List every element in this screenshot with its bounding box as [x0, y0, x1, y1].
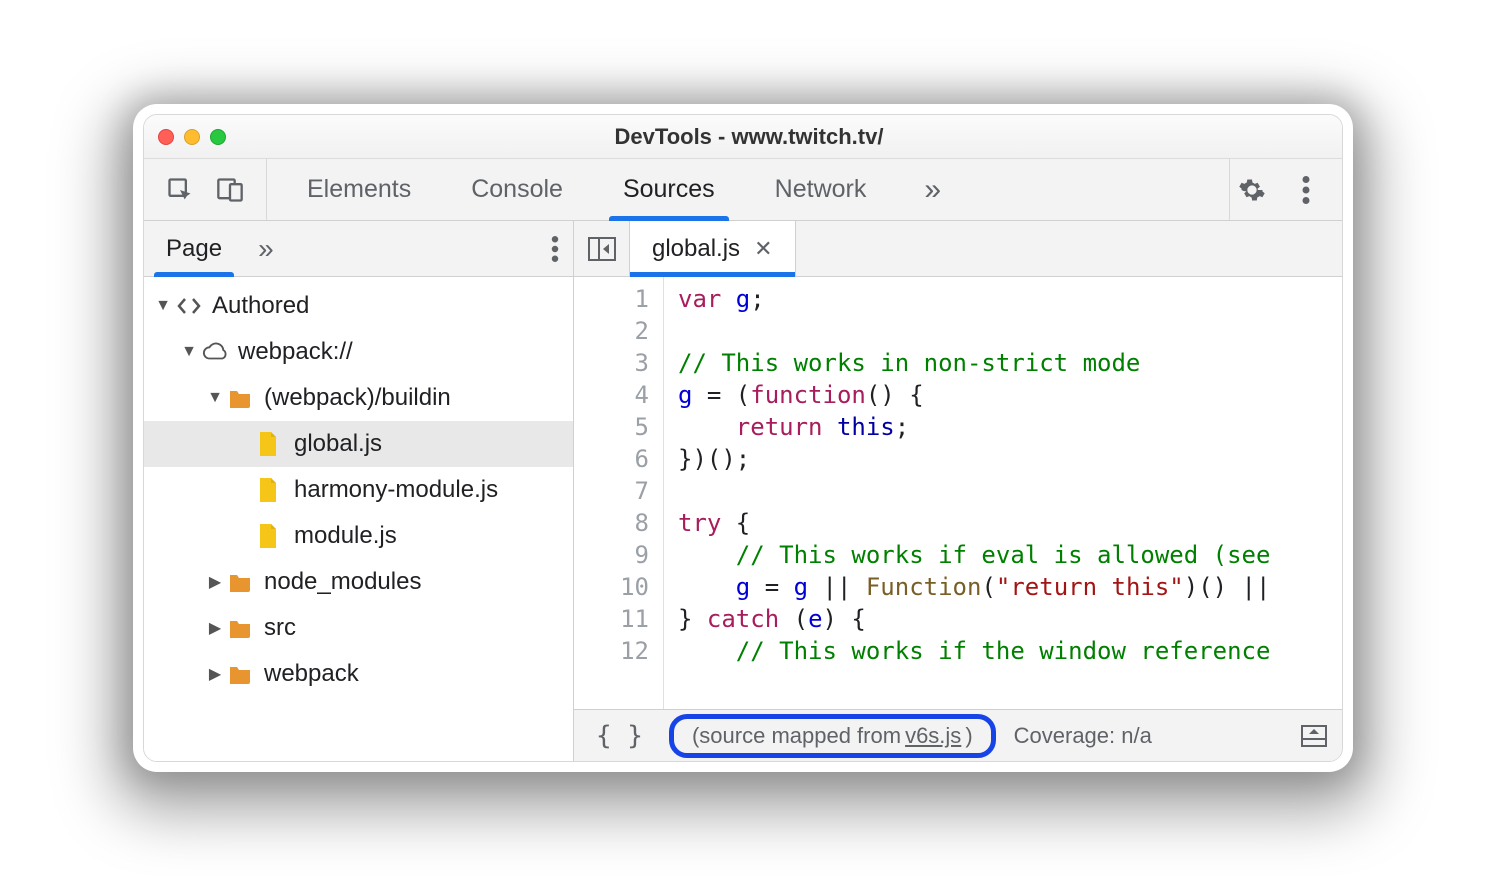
file-tree-file[interactable]: global.js [144, 421, 573, 467]
close-tab-button[interactable]: ✕ [754, 236, 772, 262]
source-map-link[interactable]: v6s.js [905, 723, 961, 749]
source-map-suffix: ) [965, 723, 972, 749]
minimize-window-button[interactable] [184, 129, 200, 145]
tree-twisty[interactable]: ▼ [154, 297, 172, 315]
main-tab-console[interactable]: Console [441, 159, 593, 220]
titlebar: DevTools - www.twitch.tv/ [144, 115, 1342, 159]
pretty-print-button[interactable]: { } [588, 721, 651, 751]
toggle-navigator-button[interactable] [574, 221, 630, 276]
navigator-overflow-button[interactable]: » [244, 221, 288, 276]
file-tree-file[interactable]: module.js [144, 513, 573, 559]
tree-label: webpack:// [238, 338, 353, 366]
tree-label: Authored [212, 292, 309, 320]
editor-statusbar: { } (source mapped from v6s.js ) Coverag… [574, 709, 1342, 761]
navigator-menu-button[interactable] [551, 221, 573, 276]
editor-tab-global-js[interactable]: global.js ✕ [630, 221, 796, 276]
tree-twisty[interactable]: ▶ [206, 572, 224, 592]
gear-icon [1238, 176, 1266, 204]
tree-label: (webpack)/buildin [264, 384, 451, 412]
kebab-menu-button[interactable] [1284, 168, 1328, 212]
tree-label: src [264, 614, 296, 642]
file-tree-file[interactable]: harmony-module.js [144, 467, 573, 513]
folder-icon [228, 618, 254, 638]
file-tree-folder[interactable]: ▶ webpack [144, 651, 573, 697]
file-tree-folder[interactable]: ▶ node_modules [144, 559, 573, 605]
main-tab-sources[interactable]: Sources [593, 159, 745, 220]
folder-icon [228, 388, 254, 408]
inspect-element-icon[interactable] [166, 176, 194, 204]
dots-vertical-icon [551, 236, 559, 262]
tree-twisty[interactable]: ▶ [206, 618, 224, 638]
navigator-pane: Page » ▼ Authored ▼ webpack:// ▼ (webpack)/bu… [144, 221, 574, 761]
folder-icon [228, 572, 254, 592]
tree-label: module.js [294, 522, 397, 550]
devtools-window: DevTools - www.twitch.tv/ ElementsConsol… [143, 114, 1343, 762]
main-tab-elements[interactable]: Elements [277, 159, 441, 220]
file-tree-folder[interactable]: ▼ (webpack)/buildin [144, 375, 573, 421]
editor-tab-label: global.js [652, 235, 740, 263]
panel-collapse-icon [587, 236, 617, 262]
tree-twisty[interactable]: ▶ [206, 664, 224, 684]
settings-button[interactable] [1230, 168, 1274, 212]
main-tab-network[interactable]: Network [745, 159, 897, 220]
file-tree-code[interactable]: ▼ Authored [144, 283, 573, 329]
file-tree-folder[interactable]: ▶ src [144, 605, 573, 651]
tree-twisty[interactable]: ▼ [206, 389, 224, 407]
show-console-button[interactable] [1300, 724, 1328, 748]
file-icon [258, 432, 284, 456]
window-controls [158, 129, 226, 145]
close-icon: ✕ [754, 236, 772, 261]
line-gutter: 123456789101112 [574, 277, 664, 709]
zoom-window-button[interactable] [210, 129, 226, 145]
tree-label: node_modules [264, 568, 421, 596]
folder-icon [228, 664, 254, 684]
close-window-button[interactable] [158, 129, 174, 145]
source-map-prefix: (source mapped from [692, 723, 901, 749]
tree-label: global.js [294, 430, 382, 458]
navigator-tab-page[interactable]: Page [144, 221, 244, 276]
editor-pane: global.js ✕ 123456789101112 var g;// Thi… [574, 221, 1342, 761]
code-editor[interactable]: 123456789101112 var g;// This works in n… [574, 277, 1342, 709]
drawer-icon [1300, 724, 1328, 748]
overflow-tabs-button[interactable]: » [906, 159, 959, 220]
file-icon [258, 524, 284, 548]
editor-tabbar: global.js ✕ [574, 221, 1342, 277]
source-map-indicator[interactable]: (source mapped from v6s.js ) [669, 714, 996, 758]
coverage-status: Coverage: n/a [1014, 723, 1152, 749]
main-tabbar: ElementsConsoleSourcesNetwork » [144, 159, 1342, 221]
dots-vertical-icon [1302, 176, 1310, 204]
tree-label: harmony-module.js [294, 476, 498, 504]
code-icon [176, 295, 202, 317]
code-content: var g;// This works in non-strict modeg … [664, 277, 1270, 709]
cloud-icon [202, 342, 228, 362]
tree-label: webpack [264, 660, 359, 688]
file-icon [258, 478, 284, 502]
device-toggle-icon[interactable] [216, 176, 244, 204]
file-tree[interactable]: ▼ Authored ▼ webpack:// ▼ (webpack)/buildin gl… [144, 277, 573, 761]
window-title: DevTools - www.twitch.tv/ [236, 124, 1262, 150]
tree-twisty[interactable]: ▼ [180, 343, 198, 361]
file-tree-cloud[interactable]: ▼ webpack:// [144, 329, 573, 375]
navigator-tabbar: Page » [144, 221, 573, 277]
